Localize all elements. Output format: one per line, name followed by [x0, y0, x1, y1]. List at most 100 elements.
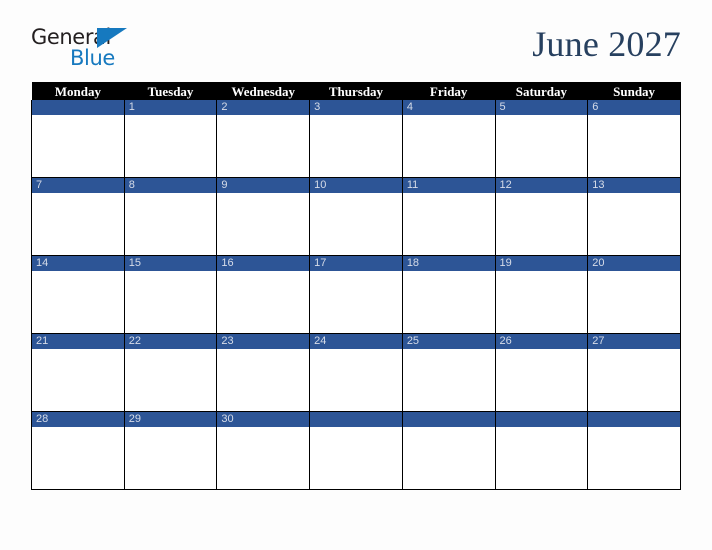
day-cell[interactable]: 30 [216, 411, 311, 490]
day-content[interactable] [495, 427, 588, 489]
day-content[interactable] [495, 349, 588, 411]
day-content[interactable] [217, 349, 310, 411]
day-cell[interactable]: 10 [309, 177, 403, 256]
triangle-icon [97, 28, 127, 48]
day-content[interactable] [310, 271, 402, 333]
day-number: 21 [32, 334, 124, 349]
day-content[interactable] [402, 349, 495, 411]
day-cell[interactable]: 17 [309, 255, 403, 334]
day-content[interactable] [495, 271, 588, 333]
day-cell[interactable]: 9 [216, 177, 311, 256]
day-content[interactable] [217, 115, 310, 177]
day-cell[interactable]: 28 [31, 411, 125, 490]
day-number: 19 [495, 256, 588, 271]
day-content[interactable] [588, 271, 680, 333]
general-blue-logo[interactable]: General Blue [31, 27, 201, 73]
calendar-body: 1 2 3 4 5 6 7 8 9 10 11 12 13 14 15 16 1… [31, 100, 681, 490]
day-number [588, 412, 680, 427]
day-content[interactable] [402, 427, 495, 489]
day-content[interactable] [124, 427, 217, 489]
day-cell[interactable]: 13 [587, 177, 681, 256]
day-cell[interactable]: 22 [123, 333, 218, 412]
weekday-header-friday: Friday [402, 82, 496, 100]
day-cell[interactable]: 11 [401, 177, 496, 256]
day-content[interactable] [32, 271, 124, 333]
day-cell[interactable]: 8 [123, 177, 218, 256]
weekday-header-wednesday: Wednesday [216, 82, 310, 100]
day-number: 26 [495, 334, 588, 349]
day-number: 15 [124, 256, 217, 271]
day-content[interactable] [217, 427, 310, 489]
day-content[interactable] [588, 115, 680, 177]
calendar-week-row: 21 22 23 24 25 26 27 [31, 333, 681, 412]
day-number: 20 [588, 256, 680, 271]
day-number: 10 [310, 178, 402, 193]
day-content[interactable] [217, 193, 310, 255]
day-content[interactable] [124, 193, 217, 255]
day-cell[interactable] [587, 411, 681, 490]
day-number [310, 412, 402, 427]
day-cell[interactable]: 2 [216, 100, 311, 178]
day-number: 28 [32, 412, 124, 427]
day-cell[interactable]: 6 [587, 100, 681, 178]
day-content[interactable] [217, 271, 310, 333]
day-cell[interactable]: 25 [401, 333, 496, 412]
day-cell[interactable]: 20 [587, 255, 681, 334]
calendar-page: General Blue June 2027 Monday Tuesday We… [0, 0, 712, 550]
weekday-header-tuesday: Tuesday [124, 82, 217, 100]
day-content[interactable] [310, 427, 402, 489]
day-number: 22 [124, 334, 217, 349]
day-content[interactable] [588, 349, 680, 411]
day-number: 13 [588, 178, 680, 193]
day-cell[interactable]: 18 [401, 255, 496, 334]
day-cell[interactable] [401, 411, 496, 490]
day-cell[interactable]: 21 [31, 333, 125, 412]
day-content[interactable] [495, 193, 588, 255]
day-content[interactable] [402, 271, 495, 333]
day-content[interactable] [495, 115, 588, 177]
day-number: 23 [217, 334, 310, 349]
day-cell[interactable]: 24 [309, 333, 403, 412]
calendar-week-row: 14 15 16 17 18 19 20 [31, 255, 681, 334]
day-number: 7 [32, 178, 124, 193]
day-number: 2 [217, 100, 310, 115]
day-content[interactable] [124, 349, 217, 411]
day-cell[interactable]: 16 [216, 255, 311, 334]
day-cell[interactable]: 26 [494, 333, 589, 412]
day-content[interactable] [32, 193, 124, 255]
day-cell[interactable]: 12 [494, 177, 589, 256]
day-content[interactable] [32, 349, 124, 411]
day-content[interactable] [402, 193, 495, 255]
day-cell[interactable]: 29 [123, 411, 218, 490]
day-cell[interactable]: 3 [309, 100, 403, 178]
day-number: 16 [217, 256, 310, 271]
day-cell[interactable]: 27 [587, 333, 681, 412]
day-number: 11 [402, 178, 495, 193]
day-content[interactable] [124, 115, 217, 177]
day-cell[interactable]: 23 [216, 333, 311, 412]
day-number: 8 [124, 178, 217, 193]
day-cell[interactable]: 19 [494, 255, 589, 334]
day-number: 3 [310, 100, 402, 115]
day-content[interactable] [588, 427, 680, 489]
day-content[interactable] [588, 193, 680, 255]
day-cell[interactable]: 5 [494, 100, 589, 178]
day-cell[interactable] [494, 411, 589, 490]
day-cell[interactable]: 14 [31, 255, 125, 334]
day-cell[interactable] [31, 100, 125, 178]
day-content[interactable] [310, 193, 402, 255]
day-content[interactable] [310, 115, 402, 177]
day-content[interactable] [32, 427, 124, 489]
day-content[interactable] [402, 115, 495, 177]
weekday-header-thursday: Thursday [309, 82, 403, 100]
day-cell[interactable]: 7 [31, 177, 125, 256]
day-content[interactable] [32, 115, 124, 177]
day-cell[interactable]: 15 [123, 255, 218, 334]
day-content[interactable] [310, 349, 402, 411]
day-content[interactable] [124, 271, 217, 333]
day-cell[interactable]: 4 [401, 100, 496, 178]
day-cell[interactable]: 1 [123, 100, 218, 178]
page-title: June 2027 [532, 24, 681, 64]
day-number: 29 [124, 412, 217, 427]
day-cell[interactable] [309, 411, 403, 490]
